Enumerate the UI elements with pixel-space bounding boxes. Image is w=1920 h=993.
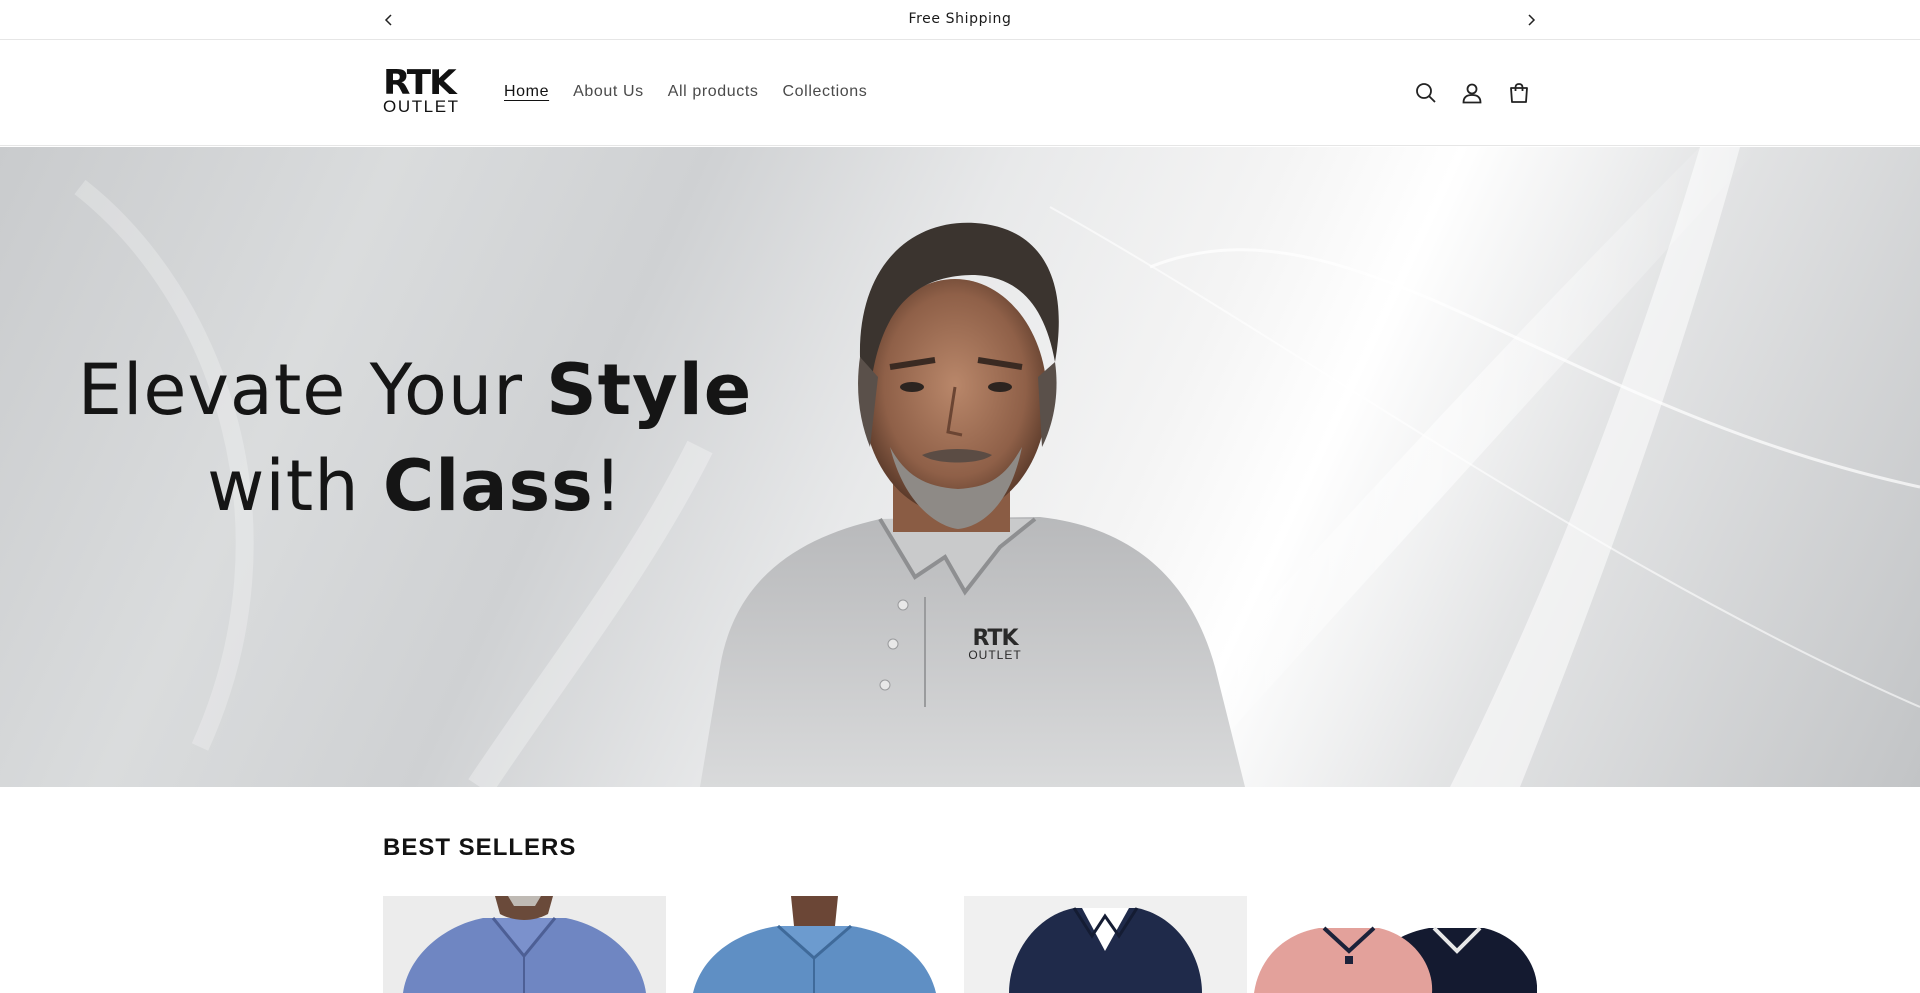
site-header: RTK OUTLET Home About Us All products Co… xyxy=(0,41,1920,146)
main-nav: Home About Us All products Collections xyxy=(492,83,879,101)
hero-line2-regular: with xyxy=(207,445,383,527)
hero-line1-bold: Style xyxy=(546,349,753,431)
hero-line1-regular: Elevate Your xyxy=(77,349,547,431)
product-image xyxy=(1254,926,1537,993)
nav-all-products[interactable]: All products xyxy=(656,83,771,101)
product-card[interactable] xyxy=(383,896,666,993)
product-image xyxy=(693,896,936,993)
nav-collections[interactable]: Collections xyxy=(771,83,880,101)
shirt-logo-mark: RTK xyxy=(972,626,1018,651)
announcement-next-button[interactable] xyxy=(1521,10,1541,30)
hero-line2-bold: Class xyxy=(382,445,594,527)
shirt-logo-subtitle: OUTLET xyxy=(968,648,1022,662)
nav-about-us[interactable]: About Us xyxy=(561,83,656,101)
logo-mark: RTK xyxy=(383,63,457,103)
account-button[interactable] xyxy=(1457,78,1487,108)
cart-icon xyxy=(1510,83,1528,103)
announcement-text: Free Shipping xyxy=(908,11,1012,27)
product-card[interactable] xyxy=(673,896,956,993)
hero-line2-end: ! xyxy=(593,445,623,527)
account-icon xyxy=(1462,83,1482,104)
store-logo[interactable]: RTK OUTLET xyxy=(383,66,463,115)
product-image xyxy=(403,896,646,993)
chevron-right-icon xyxy=(1528,14,1536,26)
hero-banner: RTK OUTLET Elevate Your Style with Class… xyxy=(0,147,1920,787)
nav-home[interactable]: Home xyxy=(492,83,561,101)
hero-heading: Elevate Your Style with Class! xyxy=(60,342,770,534)
product-card[interactable] xyxy=(964,896,1247,993)
search-icon xyxy=(1416,83,1436,103)
best-sellers-title: BEST SELLERS xyxy=(383,834,577,861)
cart-button[interactable] xyxy=(1504,78,1534,108)
announcement-bar: Free Shipping xyxy=(0,0,1920,40)
product-card[interactable] xyxy=(1254,896,1537,993)
search-button[interactable] xyxy=(1411,78,1441,108)
shirt-logo: RTK OUTLET xyxy=(960,626,1030,662)
product-image xyxy=(1009,907,1202,993)
